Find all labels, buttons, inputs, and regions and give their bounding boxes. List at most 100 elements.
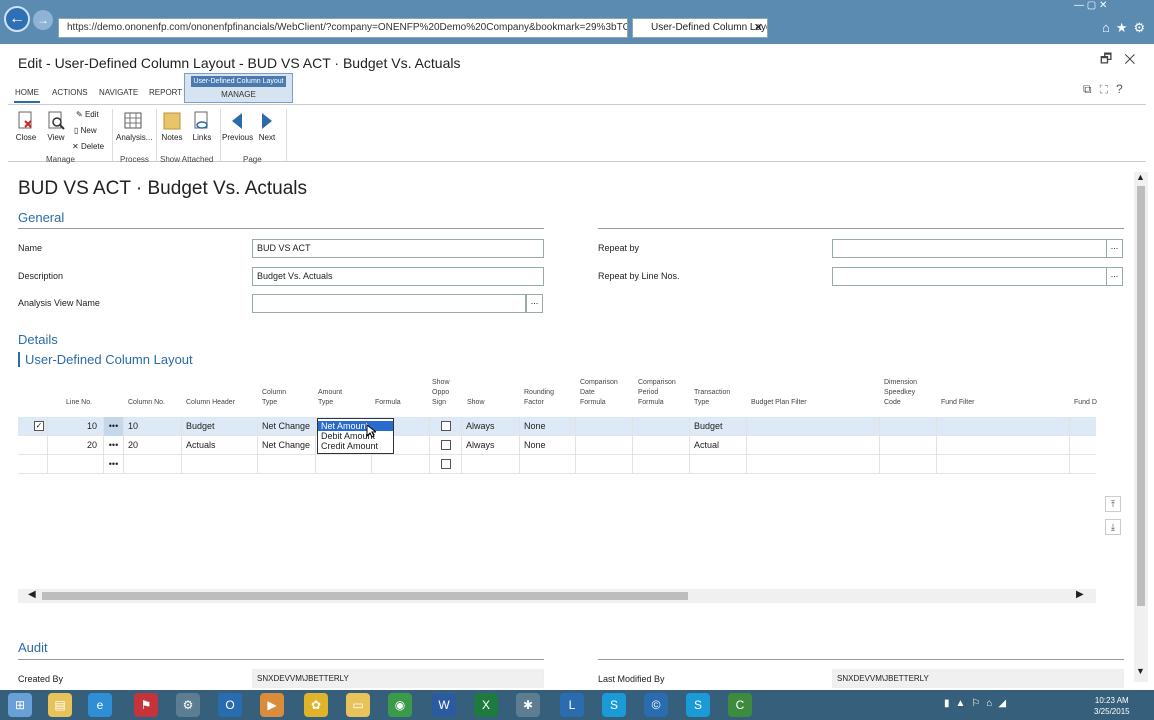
skype-icon-2[interactable]: S: [686, 693, 710, 717]
transaction-type-cell[interactable]: Budget: [690, 417, 747, 436]
description-field[interactable]: Budget Vs. Actuals: [252, 267, 544, 286]
col-header-column-type[interactable]: Column Type: [262, 388, 286, 408]
tab-home[interactable]: HOME: [15, 88, 39, 97]
tab-actions[interactable]: ACTIONS: [52, 88, 88, 97]
previous-button[interactable]: Previous: [222, 111, 253, 142]
col-header-rounding-factor[interactable]: Rounding Factor: [524, 388, 554, 408]
close-button[interactable]: Close: [12, 111, 40, 142]
new-button[interactable]: ▯ New: [74, 126, 97, 135]
amount-type-dropdown[interactable]: Net Amount Debit Amount Credit Amount: [317, 418, 394, 454]
col-header-fund-filter[interactable]: Fund Filter: [941, 398, 974, 408]
repeat-by-field[interactable]: [832, 239, 1107, 258]
table-row-new[interactable]: •••: [18, 455, 1096, 474]
scroll-bottom-icon[interactable]: ⤓: [1105, 519, 1121, 535]
line-no-cell[interactable]: 20: [48, 436, 104, 455]
links-button[interactable]: Links: [189, 111, 215, 142]
rounding-cell[interactable]: None: [520, 436, 576, 455]
line-no-cell[interactable]: 10: [48, 417, 104, 436]
section-audit[interactable]: Audit: [18, 640, 48, 655]
col-header-show-oppo-sign[interactable]: Show Oppo Sign: [432, 378, 450, 408]
table-row[interactable]: ✓ 10 ••• 10 Budget Net Change Always Non…: [18, 417, 1096, 436]
col-header-dimension-speedkey[interactable]: Dimension Speedkey Code: [884, 378, 917, 408]
system-tray-icons[interactable]: ▮▲⚐⌂◢: [944, 698, 1074, 712]
column-no-cell[interactable]: 10: [124, 417, 182, 436]
scroll-top-icon[interactable]: ⤒: [1105, 496, 1121, 512]
col-header-line-no[interactable]: Line No.: [66, 398, 92, 408]
tab-report[interactable]: REPORT: [149, 88, 182, 97]
comparison-date-cell[interactable]: [576, 436, 633, 455]
dropdown-option-credit-amount[interactable]: Credit Amount: [318, 441, 393, 451]
scrollbar-thumb[interactable]: [42, 592, 688, 600]
column-type-cell[interactable]: Net Change: [258, 436, 316, 455]
next-button[interactable]: Next: [254, 111, 280, 142]
col-header-show[interactable]: Show: [467, 398, 485, 408]
dropdown-option-debit-amount[interactable]: Debit Amount: [318, 431, 393, 441]
table-row[interactable]: 20 ••• 20 Actuals Net Change Always None…: [18, 436, 1096, 455]
show-cell[interactable]: Always: [462, 417, 520, 436]
repeat-by-lookup-button[interactable]: ...: [1106, 239, 1123, 258]
col-header-budget-plan-filter[interactable]: Budget Plan Filter: [751, 398, 807, 408]
name-field[interactable]: BUD VS ACT: [252, 239, 544, 258]
budget-plan-cell[interactable]: [747, 436, 880, 455]
grid-horizontal-scrollbar[interactable]: ◀ ▶: [18, 589, 1096, 603]
view-button[interactable]: View: [42, 111, 70, 142]
analysis-button[interactable]: Analysis...: [116, 111, 152, 142]
col-header-formula[interactable]: Formula: [375, 398, 401, 408]
col-header-column-header[interactable]: Column Header: [186, 398, 235, 408]
row-menu-button[interactable]: •••: [104, 455, 124, 474]
window-title-controls[interactable]: 🗗✕: [1100, 50, 1147, 72]
tools-icon[interactable]: ✱: [516, 693, 540, 717]
tab-navigate[interactable]: NAVIGATE: [99, 88, 138, 97]
transaction-type-cell[interactable]: Actual: [690, 436, 747, 455]
word-icon[interactable]: W: [432, 693, 456, 717]
context-tab-manage[interactable]: User-Defined Column Layout MANAGE: [184, 73, 293, 103]
page-toolbar-icons[interactable]: ⧉⛶?: [1083, 82, 1131, 97]
excel-icon[interactable]: X: [474, 693, 498, 717]
fund-filter-cell[interactable]: [937, 417, 1070, 436]
media-icon[interactable]: ▶: [260, 693, 284, 717]
notes-button[interactable]: Notes: [159, 111, 185, 142]
back-arrow-icon[interactable]: ←: [4, 6, 30, 32]
tab-manage[interactable]: MANAGE: [185, 90, 292, 99]
taskbar-clock[interactable]: 10:23 AM 3/25/2015: [1094, 695, 1130, 717]
folder-icon[interactable]: ▭: [346, 693, 370, 717]
rounding-cell[interactable]: None: [520, 417, 576, 436]
show-cell[interactable]: Always: [462, 436, 520, 455]
app-icon[interactable]: ⚑: [134, 693, 158, 717]
close-window-icon[interactable]: ✕: [1124, 51, 1147, 66]
skype-icon[interactable]: S: [602, 693, 626, 717]
internet-explorer-icon[interactable]: e: [88, 693, 112, 717]
settings-icon[interactable]: ⚙: [176, 693, 200, 717]
dimension-cell[interactable]: [880, 436, 937, 455]
col-header-transaction-type[interactable]: Transaction Type: [694, 388, 730, 408]
lync-icon[interactable]: L: [560, 693, 584, 717]
analysis-view-field[interactable]: [252, 294, 526, 313]
outlook-icon[interactable]: O: [218, 693, 242, 717]
scrollbar-thumb[interactable]: [1137, 186, 1145, 606]
row-selected-checkbox[interactable]: ✓: [34, 421, 44, 431]
dimension-cell[interactable]: [880, 417, 937, 436]
column-header-cell[interactable]: Budget: [182, 417, 258, 436]
app-circle-icon[interactable]: ©: [644, 693, 668, 717]
app-flower-icon[interactable]: ✿: [304, 693, 328, 717]
show-oppo-sign-checkbox[interactable]: [441, 421, 451, 431]
row-menu-button[interactable]: •••: [104, 417, 124, 436]
col-header-amount-type[interactable]: Amount Type: [318, 388, 342, 408]
page-vertical-scrollbar[interactable]: ▲ ▼: [1134, 172, 1148, 682]
row-menu-button[interactable]: •••: [104, 436, 124, 455]
edit-button[interactable]: ✎ Edit: [76, 110, 99, 119]
repeat-line-field[interactable]: [832, 267, 1107, 286]
col-header-fund-d[interactable]: Fund D: [1074, 398, 1097, 408]
fund-filter-cell[interactable]: [937, 436, 1070, 455]
window-controls[interactable]: — ▢ ✕: [1074, 0, 1154, 14]
start-icon[interactable]: ⊞: [8, 693, 32, 717]
browser-tab[interactable]: User-Defined Column Layo... ✕: [632, 18, 768, 38]
comparison-date-cell[interactable]: [576, 417, 633, 436]
tab-close-icon[interactable]: ✕: [754, 19, 763, 37]
budget-plan-cell[interactable]: [747, 417, 880, 436]
repeat-line-lookup-button[interactable]: ...: [1106, 267, 1123, 286]
col-header-column-no[interactable]: Column No.: [128, 398, 165, 408]
app-c-icon[interactable]: C: [728, 693, 752, 717]
forward-arrow-icon[interactable]: →: [33, 10, 53, 30]
scroll-left-icon[interactable]: ◀: [28, 589, 36, 600]
